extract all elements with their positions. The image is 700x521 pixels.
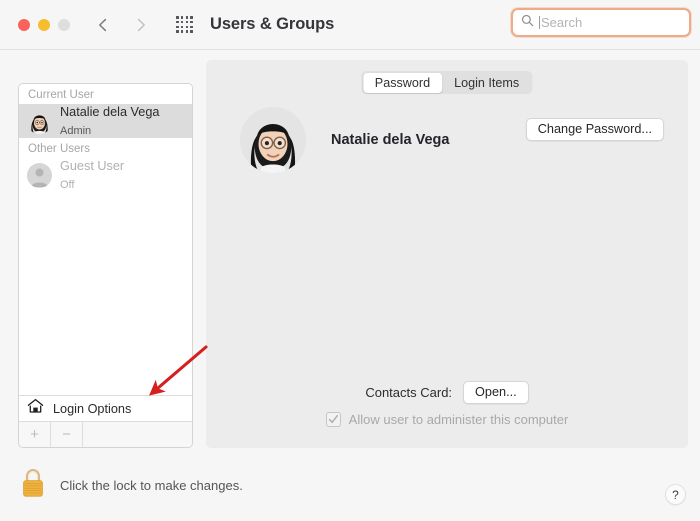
sidebar-item-guest-user[interactable]: Guest User Off (19, 158, 192, 192)
contacts-card-row: Contacts Card: Open... (206, 381, 688, 404)
closed-padlock-icon[interactable] (20, 467, 46, 504)
main-content-panel: Password Login Items Natalie dela Vega (206, 60, 688, 448)
users-list: Current User (19, 84, 192, 395)
traffic-light-controls (18, 19, 70, 31)
user-name: Natalie dela Vega (60, 105, 159, 119)
help-button[interactable]: ? (665, 484, 686, 505)
window-titlebar: Users & Groups Search (0, 0, 700, 50)
segmented-tab-control: Password Login Items (361, 71, 532, 94)
tab-password[interactable]: Password (363, 73, 442, 93)
user-status: Off (60, 179, 74, 191)
lock-instruction-text: Click the lock to make changes. (60, 478, 243, 493)
search-text-caret (539, 16, 540, 29)
search-field[interactable]: Search (511, 8, 691, 37)
minimize-button[interactable] (38, 19, 50, 31)
memoji-avatar[interactable] (240, 107, 306, 173)
allow-admin-checkbox[interactable] (326, 412, 341, 427)
user-name: Guest User (60, 159, 124, 173)
search-placeholder: Search (541, 15, 582, 30)
add-remove-toolbar: + − (19, 421, 192, 447)
admin-permission-row[interactable]: Allow user to administer this computer (206, 412, 688, 427)
show-all-grid-icon[interactable] (176, 16, 193, 33)
sidebar-item-natalie-dela-vega[interactable]: Natalie dela Vega Admin (19, 104, 192, 138)
group-label-other-users: Other Users (19, 138, 192, 158)
add-user-button[interactable]: + (19, 422, 51, 447)
allow-admin-label: Allow user to administer this computer (349, 412, 569, 427)
home-icon (27, 398, 44, 419)
profile-user-name: Natalie dela Vega (331, 132, 449, 148)
users-sidebar: Current User (18, 83, 193, 448)
sidebar-item-login-options[interactable]: Login Options (19, 395, 192, 421)
navigation-arrows (94, 16, 150, 34)
open-contacts-card-button[interactable]: Open... (463, 381, 529, 404)
memoji-avatar-icon (27, 109, 52, 134)
user-status: Admin (60, 125, 91, 137)
tab-login-items[interactable]: Login Items (442, 73, 531, 93)
user-text-block: Natalie dela Vega Admin (60, 103, 159, 139)
remove-user-button[interactable]: − (51, 422, 83, 447)
user-text-block: Guest User Off (60, 157, 124, 193)
close-button[interactable] (18, 19, 30, 31)
group-label-current-user: Current User (19, 84, 192, 104)
lock-control-row[interactable]: Click the lock to make changes. (20, 467, 243, 504)
toolbar-filler (83, 422, 192, 447)
search-icon (521, 14, 534, 32)
forward-arrow-icon[interactable] (132, 16, 150, 34)
back-arrow-icon[interactable] (94, 16, 112, 34)
change-password-button[interactable]: Change Password... (526, 118, 664, 141)
contacts-card-label: Contacts Card: (365, 385, 452, 400)
maximize-button[interactable] (58, 19, 70, 31)
login-options-label: Login Options (53, 402, 131, 416)
person-placeholder-avatar-icon (27, 163, 52, 188)
page-title: Users & Groups (210, 15, 334, 34)
